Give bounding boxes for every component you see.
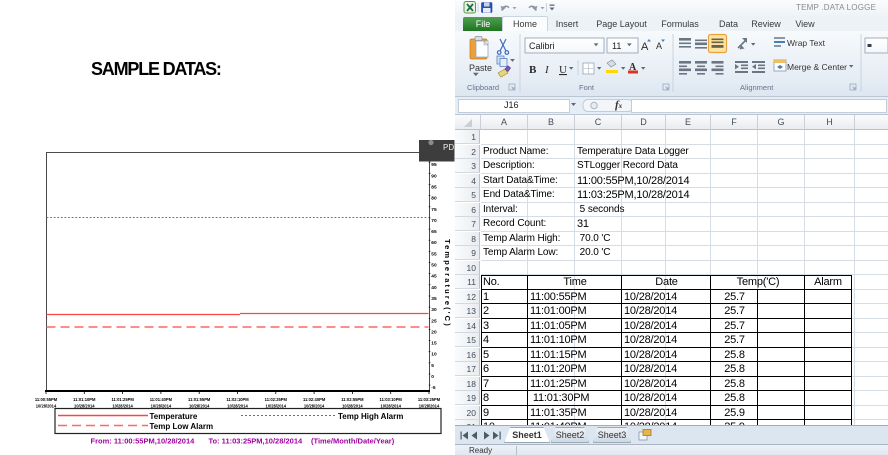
svg-text:11:02:55PM: 11:02:55PM <box>341 397 364 402</box>
svg-text:10: 10 <box>431 352 437 358</box>
svg-text:Calibri: Calibri <box>529 41 555 51</box>
svg-text:Clipboard: Clipboard <box>467 83 499 92</box>
svg-text:PD: PD <box>443 143 454 152</box>
svg-text:U: U <box>559 64 567 76</box>
svg-text:Font: Font <box>579 83 595 92</box>
svg-text:10/28/2014: 10/28/2014 <box>342 403 363 408</box>
svg-text:11: 11 <box>612 41 621 51</box>
svg-text:Paste: Paste <box>469 63 492 73</box>
svg-text:B: B <box>529 64 537 76</box>
svg-text:Wrap Text: Wrap Text <box>787 38 826 48</box>
svg-text:75: 75 <box>431 207 437 213</box>
svg-text:20: 20 <box>431 329 437 335</box>
svg-text:11:01:55PM: 11:01:55PM <box>188 397 211 402</box>
svg-text:Temp Low Alarm: Temp Low Alarm <box>150 422 214 431</box>
svg-text:11:02:25PM: 11:02:25PM <box>265 397 288 402</box>
svg-text:0: 0 <box>431 374 434 380</box>
svg-text:10/28/2014: 10/28/2014 <box>380 403 401 408</box>
svg-text:10/28/2014: 10/28/2014 <box>112 403 133 408</box>
svg-text:To: 11:03:25PM,10/28/2014: To: 11:03:25PM,10/28/2014 <box>209 437 303 446</box>
svg-text:A: A <box>641 41 649 53</box>
svg-text:11:01:25PM: 11:01:25PM <box>111 397 134 402</box>
svg-text:10/28/2014: 10/28/2014 <box>266 403 287 408</box>
svg-text:Merge & Center: Merge & Center <box>787 62 847 72</box>
svg-text:11:00:55PM: 11:00:55PM <box>35 397 58 402</box>
svg-text:60: 60 <box>431 240 437 246</box>
svg-text:Temperature: Temperature <box>150 412 198 421</box>
svg-text:10/28/2014: 10/28/2014 <box>74 403 95 408</box>
svg-text:70: 70 <box>431 218 437 224</box>
svg-text:11:01:10PM: 11:01:10PM <box>73 397 96 402</box>
svg-text:From: 11:00:55PM,10/28/2014: From: 11:00:55PM,10/28/2014 <box>91 437 196 446</box>
svg-text:85: 85 <box>431 184 437 190</box>
svg-text:10/28/2014: 10/28/2014 <box>419 403 440 408</box>
svg-text:45: 45 <box>431 274 437 280</box>
svg-text:90: 90 <box>431 173 437 179</box>
svg-text:(Time/Month/Date/Year): (Time/Month/Date/Year) <box>311 437 395 446</box>
svg-text:35: 35 <box>431 296 437 302</box>
svg-text:11:01:40PM: 11:01:40PM <box>150 397 173 402</box>
svg-text:55: 55 <box>431 251 437 257</box>
svg-text:95: 95 <box>431 162 437 168</box>
svg-text:40: 40 <box>431 285 437 291</box>
svg-text:30: 30 <box>431 307 437 313</box>
svg-text:15: 15 <box>431 341 437 347</box>
svg-text:-5: -5 <box>431 385 436 391</box>
svg-text:11:02:40PM: 11:02:40PM <box>303 397 326 402</box>
svg-text:A: A <box>656 41 662 51</box>
svg-text:11:03:10PM: 11:03:10PM <box>380 397 403 402</box>
svg-text:65: 65 <box>431 229 437 235</box>
svg-text:10/28/2014: 10/28/2014 <box>189 403 210 408</box>
svg-text:10/28/2014: 10/28/2014 <box>304 403 325 408</box>
svg-text:10/28/2014: 10/28/2014 <box>227 403 248 408</box>
svg-text:11:03:25PM: 11:03:25PM <box>418 397 441 402</box>
svg-text:50: 50 <box>431 263 437 269</box>
svg-text:Alignment: Alignment <box>740 83 774 92</box>
svg-text:11:02:10PM: 11:02:10PM <box>226 397 249 402</box>
svg-text:Temperature('C): Temperature('C) <box>443 239 452 326</box>
svg-text:10/28/2014: 10/28/2014 <box>151 403 172 408</box>
svg-text:SAMPLE DATAS:: SAMPLE DATAS: <box>91 59 221 79</box>
svg-text:Temp High Alarm: Temp High Alarm <box>338 412 403 421</box>
svg-text:10/28/2014: 10/28/2014 <box>36 403 57 408</box>
svg-text:80: 80 <box>431 196 437 202</box>
svg-text:5: 5 <box>431 363 434 369</box>
svg-text:25: 25 <box>431 318 437 324</box>
